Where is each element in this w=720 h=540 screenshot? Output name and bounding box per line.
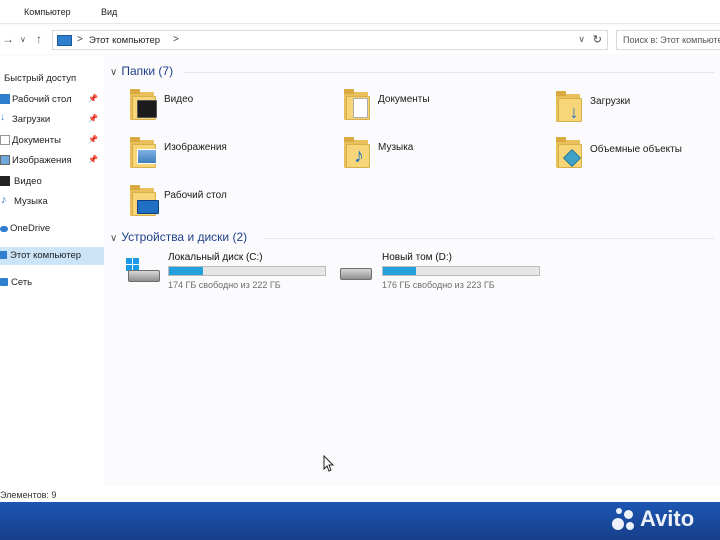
desktop-folder-icon [128,184,159,218]
sidebar-item-label: Видео [14,176,42,187]
mouse-pointer-icon [323,455,335,472]
sidebar-item-label: Этот компьютер [10,250,82,261]
video-icon [0,176,10,186]
sidebar-item-label: Быстрый доступ [4,73,77,84]
pictures-icon [0,155,10,165]
video-folder-icon [128,88,158,122]
drive-name: Локальный диск (C:) [168,252,263,263]
chevron-down-icon[interactable]: ∨ [110,233,117,244]
chevron-down-icon[interactable]: ∨ [110,67,117,78]
sidebar-item-label: Рабочий стол [12,94,72,105]
address-dropdown-icon[interactable]: ∨ [578,34,585,45]
desktop-icon [0,94,10,104]
drive-item-c[interactable]: Локальный диск (C:) 174 ГБ свободно из 2… [124,252,344,296]
sidebar-item-label: OneDrive [10,223,51,234]
drive-free-space: 176 ГБ свободно из 223 ГБ [382,280,495,290]
drive-usage-bar [168,266,326,276]
sidebar-item-label: Музыка [14,196,48,207]
sidebar-item-music[interactable]: ♪ Музыка [0,193,104,211]
hard-drive-icon [338,258,374,282]
folder-name: Объемные объекты [590,144,682,155]
group-header-folders[interactable]: ∨ Папки (7) [110,64,173,78]
items-count: Элементов: 9 [0,490,57,500]
drive-name: Новый том (D:) [382,252,452,263]
downloads-folder-icon: ↓ [554,90,584,124]
sidebar-item-documents[interactable]: Документы 📌 [0,132,104,150]
pin-icon: 📌 [88,135,98,144]
network-icon [0,278,8,286]
folder-item-video[interactable]: Видео [128,88,328,132]
sidebar-item-quick-access[interactable]: Быстрый доступ [0,70,104,88]
drive-free-space: 174 ГБ свободно из 222 ГБ [168,280,281,290]
folder-item-desktop[interactable]: Рабочий стол [128,184,328,228]
sidebar-item-onedrive[interactable]: OneDrive [0,220,104,238]
group-divider [264,238,714,239]
sidebar-item-this-pc[interactable]: Этот компьютер [0,247,104,265]
sidebar-item-network[interactable]: Сеть [0,274,104,292]
documents-icon [0,135,10,145]
menu-view[interactable]: Вид [101,7,117,17]
breadcrumb-separator: > [77,34,83,45]
address-field[interactable]: > Этот компьютер > ∨ ↻ [52,30,608,50]
pin-icon: 📌 [88,94,98,103]
avito-dots-icon [612,508,636,532]
pictures-folder-icon [128,136,158,170]
pin-icon: 📌 [88,114,98,123]
folder-name: Загрузки [590,96,631,107]
breadcrumb-chevron-icon[interactable]: > [173,34,179,45]
sidebar-item-label: Документы [12,135,61,146]
drive-usage-fill [383,267,416,275]
folder-name: Рабочий стол [164,190,227,201]
downloads-icon: ↓ [0,112,5,123]
recent-dropdown-icon[interactable]: ∨ [20,35,26,44]
folder-item-pictures[interactable]: Изображения [128,136,328,180]
group-header-drives[interactable]: ∨ Устройства и диски (2) [110,230,247,244]
cloud-icon [0,226,8,232]
search-input[interactable]: Поиск в: Этот компьютер [616,30,720,50]
forward-arrow-icon[interactable]: → [2,32,14,46]
sidebar-item-label: Сеть [11,277,33,288]
sidebar-item-label: Изображения [12,155,72,166]
folder-name: Музыка [378,142,414,153]
music-folder-icon: ♪ [342,136,372,170]
3d-objects-folder-icon [554,136,584,170]
folder-item-documents[interactable]: Документы [342,88,542,132]
address-bar-row: → ∨ ↑ > Этот компьютер > ∨ ↻ Поиск в: Эт… [0,26,720,54]
drive-usage-bar [382,266,540,276]
folder-item-music[interactable]: ♪ Музыка [342,136,542,180]
documents-folder-icon [342,88,372,122]
folder-name: Изображения [164,142,227,153]
computer-icon [57,35,72,46]
ribbon-menubar: Компьютер Вид [0,0,720,24]
watermark-text: Avito [640,506,695,531]
sidebar-item-desktop[interactable]: Рабочий стол 📌 [0,91,104,109]
computer-icon [0,251,7,259]
drive-item-d[interactable]: Новый том (D:) 176 ГБ свободно из 223 ГБ [338,252,558,296]
folder-item-3d-objects[interactable]: Объемные объекты [554,136,720,180]
refresh-icon[interactable]: ↻ [593,33,602,46]
sidebar-item-downloads[interactable]: ↓ Загрузки 📌 [0,111,104,129]
sidebar-item-pictures[interactable]: Изображения 📌 [0,152,104,170]
content-pane: ∨ Папки (7) Видео Документы ↓ Загрузки Из… [104,56,720,498]
windows-drive-icon [124,258,160,282]
folder-name: Видео [164,94,194,105]
group-title: Папки (7) [121,64,174,78]
up-arrow-icon[interactable]: ↑ [36,32,42,46]
breadcrumb-this-pc[interactable]: Этот компьютер [89,35,160,46]
drive-usage-fill [169,267,204,275]
menu-computer[interactable]: Компьютер [24,7,71,17]
sidebar-item-video[interactable]: Видео [0,173,104,191]
folder-item-downloads[interactable]: ↓ Загрузки [554,90,720,134]
music-icon: ♪ [1,194,7,206]
group-divider [184,72,714,73]
sidebar-item-label: Загрузки [12,114,51,125]
group-title: Устройства и диски (2) [121,230,248,244]
pin-icon: 📌 [88,155,98,164]
status-bar: Элементов: 9 [0,486,720,502]
navigation-pane: Быстрый доступ Рабочий стол 📌 ↓ Загрузки… [0,56,104,498]
folder-name: Документы [378,94,430,105]
